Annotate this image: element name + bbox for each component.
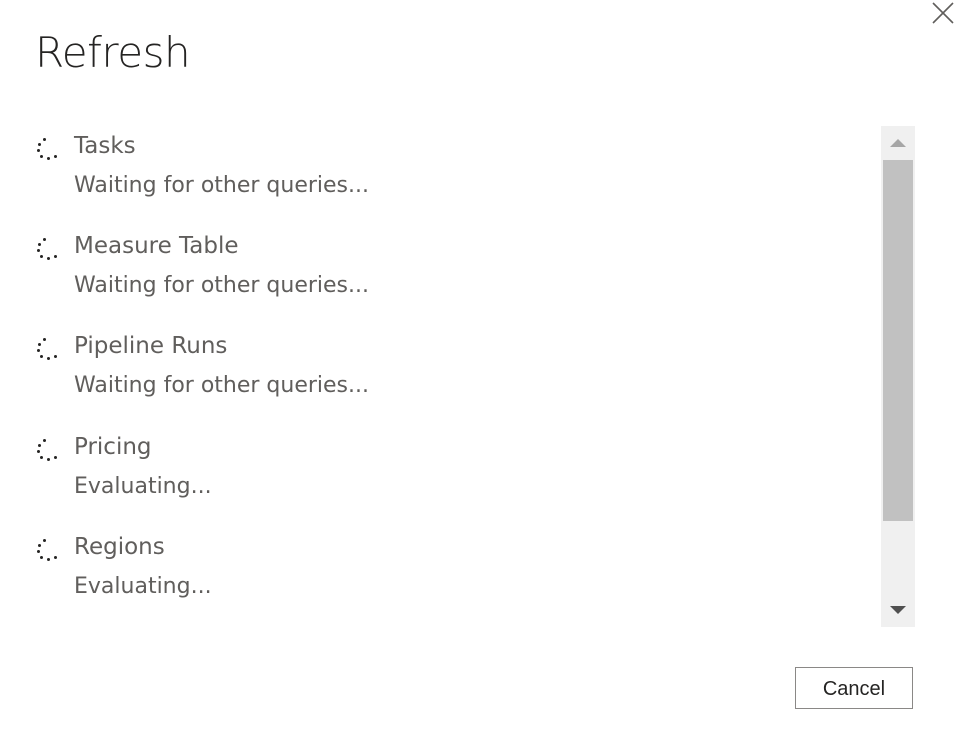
query-item: Regions Evaluating... bbox=[0, 525, 870, 624]
query-name: Tasks bbox=[74, 133, 136, 159]
loading-spinner-icon bbox=[37, 138, 57, 160]
query-status: Evaluating... bbox=[74, 574, 212, 599]
loading-spinner-icon bbox=[37, 439, 57, 461]
loading-spinner-icon bbox=[37, 539, 57, 561]
query-name: Pricing bbox=[74, 434, 152, 460]
close-button[interactable] bbox=[926, 0, 958, 26]
loading-spinner-icon bbox=[37, 238, 57, 260]
scroll-down-arrow-icon[interactable] bbox=[881, 593, 915, 627]
query-status: Waiting for other queries... bbox=[74, 173, 370, 198]
vertical-scrollbar[interactable] bbox=[881, 126, 915, 627]
cancel-button[interactable]: Cancel bbox=[795, 667, 913, 709]
scroll-thumb[interactable] bbox=[883, 160, 913, 521]
query-item: Pipeline Runs Waiting for other queries.… bbox=[0, 324, 870, 424]
query-name: Pipeline Runs bbox=[74, 333, 228, 359]
query-status: Evaluating... bbox=[74, 474, 212, 499]
query-status: Waiting for other queries... bbox=[74, 373, 370, 398]
query-list: Tasks Waiting for other queries... Measu… bbox=[0, 124, 870, 624]
close-icon bbox=[932, 2, 954, 24]
query-status: Waiting for other queries... bbox=[74, 273, 370, 298]
loading-spinner-icon bbox=[37, 338, 57, 360]
scroll-up-arrow-icon[interactable] bbox=[881, 126, 915, 160]
query-item: Pricing Evaluating... bbox=[0, 425, 870, 525]
query-name: Regions bbox=[74, 534, 165, 560]
refresh-dialog: Refresh Tasks Waiting for other queries.… bbox=[0, 0, 960, 746]
query-name: Measure Table bbox=[74, 233, 239, 259]
query-item: Tasks Waiting for other queries... bbox=[0, 124, 870, 224]
dialog-title: Refresh bbox=[35, 28, 191, 77]
query-item: Measure Table Waiting for other queries.… bbox=[0, 224, 870, 324]
